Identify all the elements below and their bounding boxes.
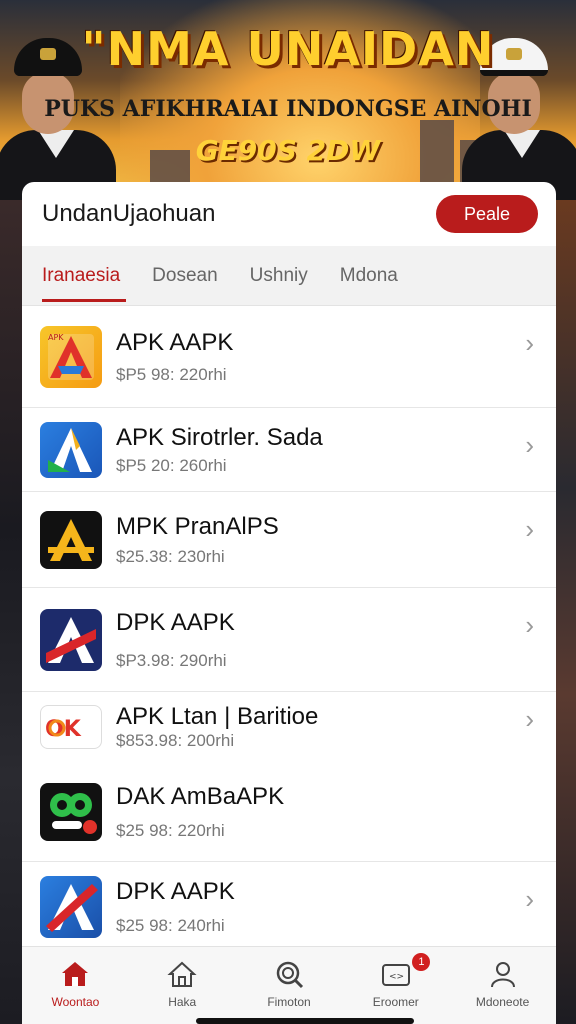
tab-mdona[interactable]: Mdona (340, 246, 398, 306)
tab-indonesia[interactable]: Iranaesia (42, 246, 127, 306)
banner-date: GE90S 2DW (195, 134, 381, 167)
tab-ushniy[interactable]: Ushniy (250, 246, 308, 306)
chevron-right-icon: › (525, 704, 534, 734)
notification-badge: 1 (412, 953, 431, 971)
tabbar-item-inbox[interactable]: <> 1 Eroomer (342, 947, 449, 1024)
app-icon-blue-red-a (40, 876, 102, 938)
chevron-right-icon: › (525, 884, 534, 914)
tabbar-item-search[interactable]: Fimoton (236, 947, 343, 1024)
app-icon-blue-a (40, 421, 102, 478)
background-right (554, 200, 576, 1024)
tabbar-item-haka[interactable]: Haka (129, 947, 236, 1024)
chevron-right-icon: › (525, 328, 534, 358)
banner-subtitle: PUKS AFIKHRAIAI INDONGSE AINOHI (44, 96, 532, 122)
app-title: DPK AAPK (116, 878, 235, 905)
app-subtitle: $25 98: 240rhi (116, 916, 225, 935)
app-subtitle: $853.98: 200rhi (116, 731, 235, 750)
list-item[interactable]: OK APK Ltan | Baritioe $853.98: 200rhi › (22, 692, 556, 762)
list-item[interactable]: DAK AmBaAPK $25 98: 220rhi (22, 762, 556, 862)
home-icon (60, 959, 90, 989)
app-subtitle: $25.38: 230rhi (116, 546, 225, 566)
list-item[interactable]: DPK AAPK $25 98: 240rhi › (22, 862, 556, 952)
app-subtitle: $25 98: 220rhi (116, 820, 225, 840)
app-title: APK Sirotrler. Sada (116, 423, 323, 451)
list-item[interactable]: APK Sirotrler. Sada $P5 20: 260rhi › (22, 408, 556, 492)
app-list: APK APK AAPK $P5 98: 220rhi › APK Sirotr… (22, 306, 556, 952)
app-title: APK AAPK (116, 328, 234, 356)
tabbar-label: Woontao (51, 995, 100, 1009)
tabbar-item-home[interactable]: Woontao (22, 947, 129, 1024)
app-title: APK Ltan | Baritioe (116, 703, 319, 730)
chevron-right-icon: › (525, 610, 534, 640)
house-outline-icon (167, 959, 197, 989)
chevron-right-icon: › (525, 514, 534, 544)
svg-text:APK: APK (48, 333, 64, 342)
bottom-tab-bar: Woontao Haka Fimoton <> 1 Eroomer Mdoneo… (22, 946, 556, 1024)
app-subtitle: $P3.98: 290rhi (116, 650, 227, 670)
tabbar-label: Haka (168, 995, 197, 1009)
page-title: UndanUjaohuan (42, 200, 216, 227)
app-icon-navy-a (40, 608, 102, 671)
chevron-right-icon: › (525, 430, 534, 460)
app-screen: "NMA UNAIDAN PUKS AFIKHRAIAI INDONGSE AI… (0, 0, 576, 1024)
app-icon-yellow-a: APK (40, 325, 102, 388)
tabbar-item-profile[interactable]: Mdoneote (449, 947, 556, 1024)
app-subtitle: $P5 98: 220rhi (116, 364, 227, 384)
app-icon-green-circle (40, 782, 102, 841)
app-list-card: UndanUjaohuan Peale Iranaesia Dosean Ush… (22, 182, 556, 1024)
list-item[interactable]: DPK AAPK $P3.98: 290rhi › (22, 588, 556, 692)
app-title: DPK AAPK (116, 608, 235, 636)
svg-text:<>: <> (389, 972, 404, 982)
category-tabs: Iranaesia Dosean Ushniy Mdona (22, 246, 556, 306)
app-icon-ok: OK (40, 705, 102, 749)
tab-dosean[interactable]: Dosean (152, 246, 218, 306)
banner-title: "NMA UNAIDAN (81, 22, 495, 76)
card-header: UndanUjaohuan Peale (22, 182, 556, 246)
inbox-icon: <> (381, 959, 411, 989)
search-icon (274, 959, 304, 989)
home-indicator[interactable] (196, 1018, 414, 1024)
list-item[interactable]: APK APK AAPK $P5 98: 220rhi › (22, 306, 556, 408)
list-item[interactable]: MPK PranAlPS $25.38: 230rhi › (22, 492, 556, 588)
tabbar-label: Eroomer (372, 995, 419, 1009)
tabbar-label: Fimoton (267, 995, 311, 1009)
header-action-button[interactable]: Peale (436, 195, 538, 233)
promo-banner[interactable]: "NMA UNAIDAN PUKS AFIKHRAIAI INDONGSE AI… (0, 0, 576, 200)
background-left (0, 200, 22, 1024)
app-title: DAK AmBaAPK (116, 782, 285, 810)
app-icon-black-a (40, 510, 102, 569)
app-title: MPK PranAlPS (116, 512, 279, 540)
profile-icon (488, 959, 518, 989)
tabbar-label: Mdoneote (475, 995, 530, 1009)
app-subtitle: $P5 20: 260rhi (116, 455, 227, 475)
